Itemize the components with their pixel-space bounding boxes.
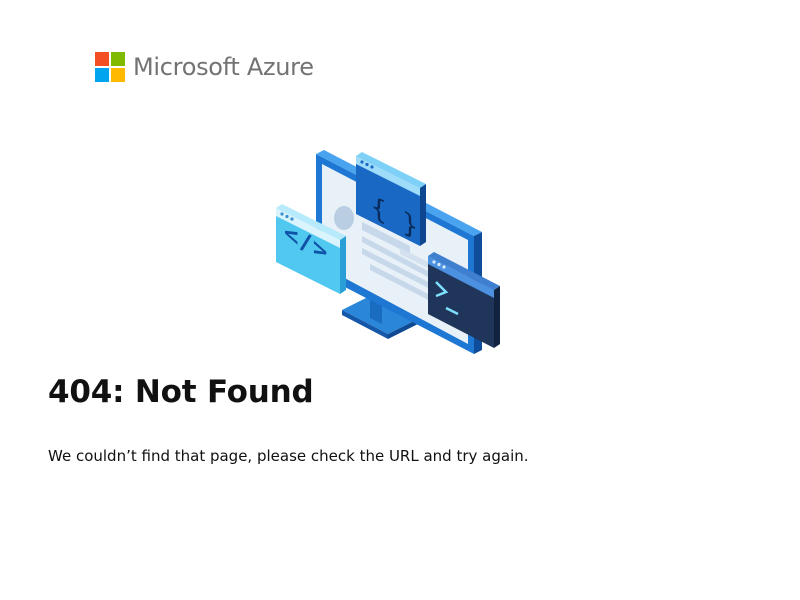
logo-square-green	[111, 52, 125, 66]
logo-square-blue	[95, 68, 109, 82]
logo-square-yellow	[111, 68, 125, 82]
logo-square-red	[95, 52, 109, 66]
brand-name: Microsoft Azure	[133, 53, 314, 81]
error-title: 404: Not Found	[48, 374, 314, 410]
microsoft-logo-icon	[95, 52, 125, 82]
error-message: We couldn’t find that page, please check…	[48, 447, 529, 465]
error-page: Microsoft Azure { } </> 404: Not Found W…	[0, 0, 800, 600]
computer-illustration-icon: { } </>	[276, 150, 500, 354]
microsoft-azure-logo[interactable]: Microsoft Azure	[95, 52, 314, 82]
